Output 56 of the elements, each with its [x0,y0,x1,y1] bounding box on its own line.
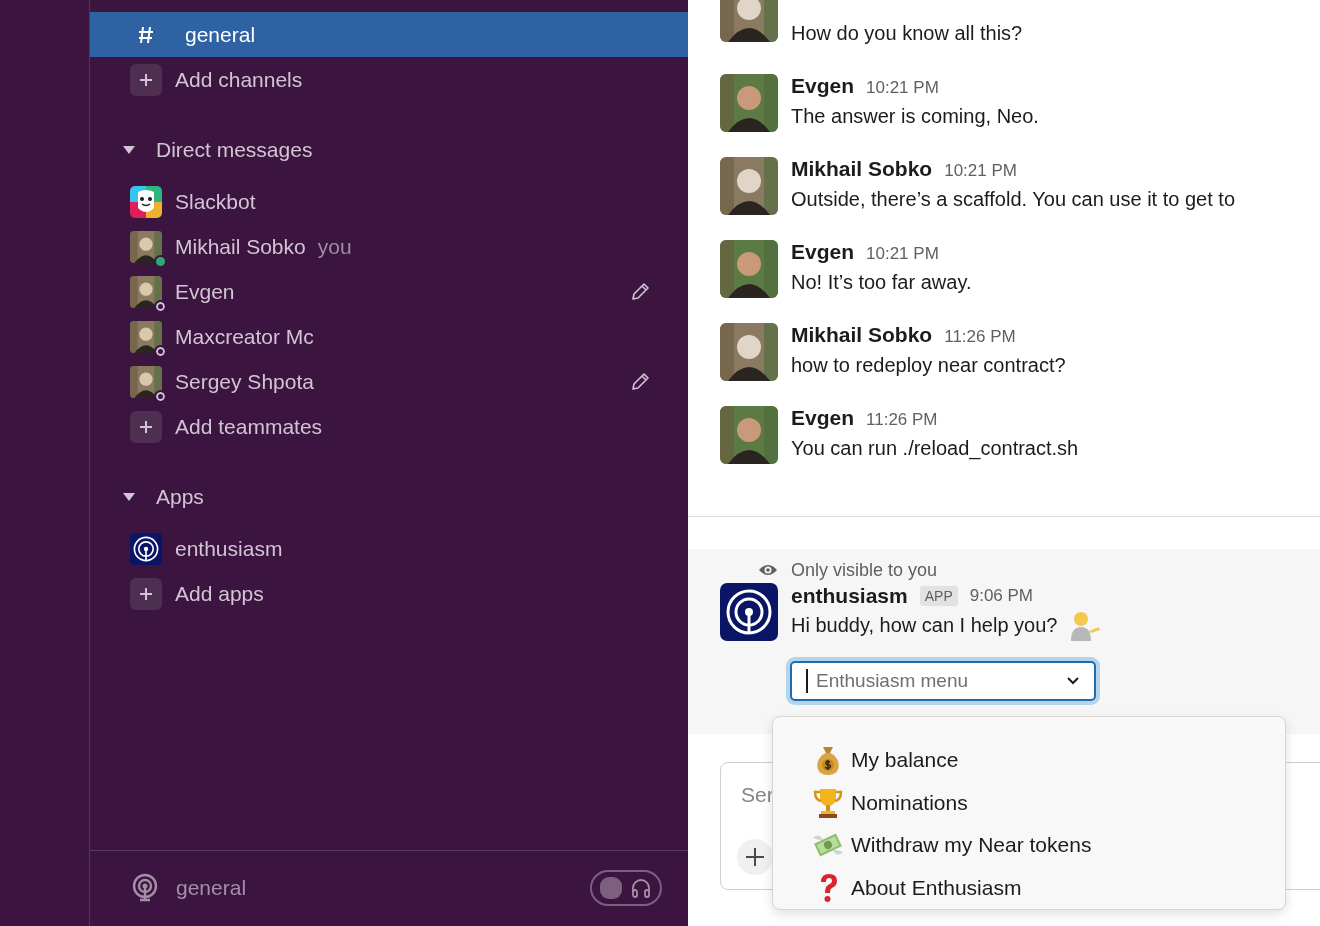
add-icon[interactable] [737,839,773,875]
pencil-icon[interactable] [630,281,650,302]
channel-item[interactable]: general [90,12,688,57]
app-badge: APP [919,586,958,606]
menu-option[interactable]: Withdraw my Near tokens [811,824,1285,867]
sender-name[interactable]: enthusiasm [791,584,908,608]
add-link[interactable]: Add apps [175,581,264,606]
direct-message-item[interactable]: Mikhail Sobko [175,234,306,259]
add-icon[interactable] [130,410,162,443]
sender-name[interactable]: Mikhail Sobko [791,323,933,347]
robot-face-icon [130,185,162,218]
message-text: The answer is coming, Neo. [791,104,1039,129]
menu-option[interactable]: Nominations [811,781,1285,824]
pencil-icon[interactable] [630,371,650,392]
broadcast-icon [720,583,778,641]
direct-message-item[interactable]: Evgen [175,279,235,304]
timestamp[interactable]: 10:21 PM [866,244,939,264]
hash-icon [138,25,154,44]
add-link[interactable]: Add teammates [175,414,323,439]
caret-icon[interactable] [122,144,136,155]
direct-message-item[interactable]: Sergey Shpota [175,369,314,394]
message-text: No! It’s too far away. [791,270,972,295]
broadcast-icon [130,532,162,565]
message-text: How do you know all this? [791,21,1023,46]
you-label: you [317,234,352,259]
huddle-toggle[interactable] [590,870,662,906]
direct-message-item[interactable]: Slackbot [175,189,256,214]
broadcast-icon [130,873,160,903]
menu-option[interactable]: My balance [811,739,1285,782]
sender-name[interactable]: Mikhail Sobko [791,157,933,181]
section-header[interactable]: Direct messages [90,127,688,172]
headphones-icon [630,877,652,899]
eye-icon [758,563,778,577]
add-channels-link[interactable]: Add channels [175,67,303,92]
timestamp[interactable]: 11:26 PM [944,327,1016,347]
message-text: how to redeploy near contract? [791,353,1066,378]
timestamp[interactable]: 10:21 PM [866,78,939,98]
sender-name[interactable]: Evgen [791,406,855,430]
timestamp[interactable]: 9:06 PM [969,586,1034,606]
sender-name[interactable]: Evgen [791,240,855,264]
message-text: Hi buddy, how can I help you? [791,613,1058,638]
sender-name[interactable]: Evgen [791,74,855,98]
caret-icon[interactable] [122,491,136,502]
channel-name: general [176,876,248,900]
timestamp[interactable]: 11:26 PM [866,410,938,430]
direct-message-item[interactable]: enthusiasm [175,536,283,561]
add-icon[interactable] [130,577,162,610]
add-icon[interactable] [130,63,162,96]
timestamp[interactable]: 10:21 PM [944,161,1017,181]
direct-message-item[interactable]: Maxcreator Mc [175,324,314,349]
message-text: Outside, there’s a scaffold. You can use it to get to [791,187,1235,212]
message-text: You can run ./reload_contract.sh [791,436,1079,462]
chevron-down-icon [1066,676,1080,686]
section-header[interactable]: Apps [90,474,688,519]
visibility-notice: Only visible to you [791,559,938,581]
menu-option[interactable]: About Enthusiasm [811,866,1285,909]
